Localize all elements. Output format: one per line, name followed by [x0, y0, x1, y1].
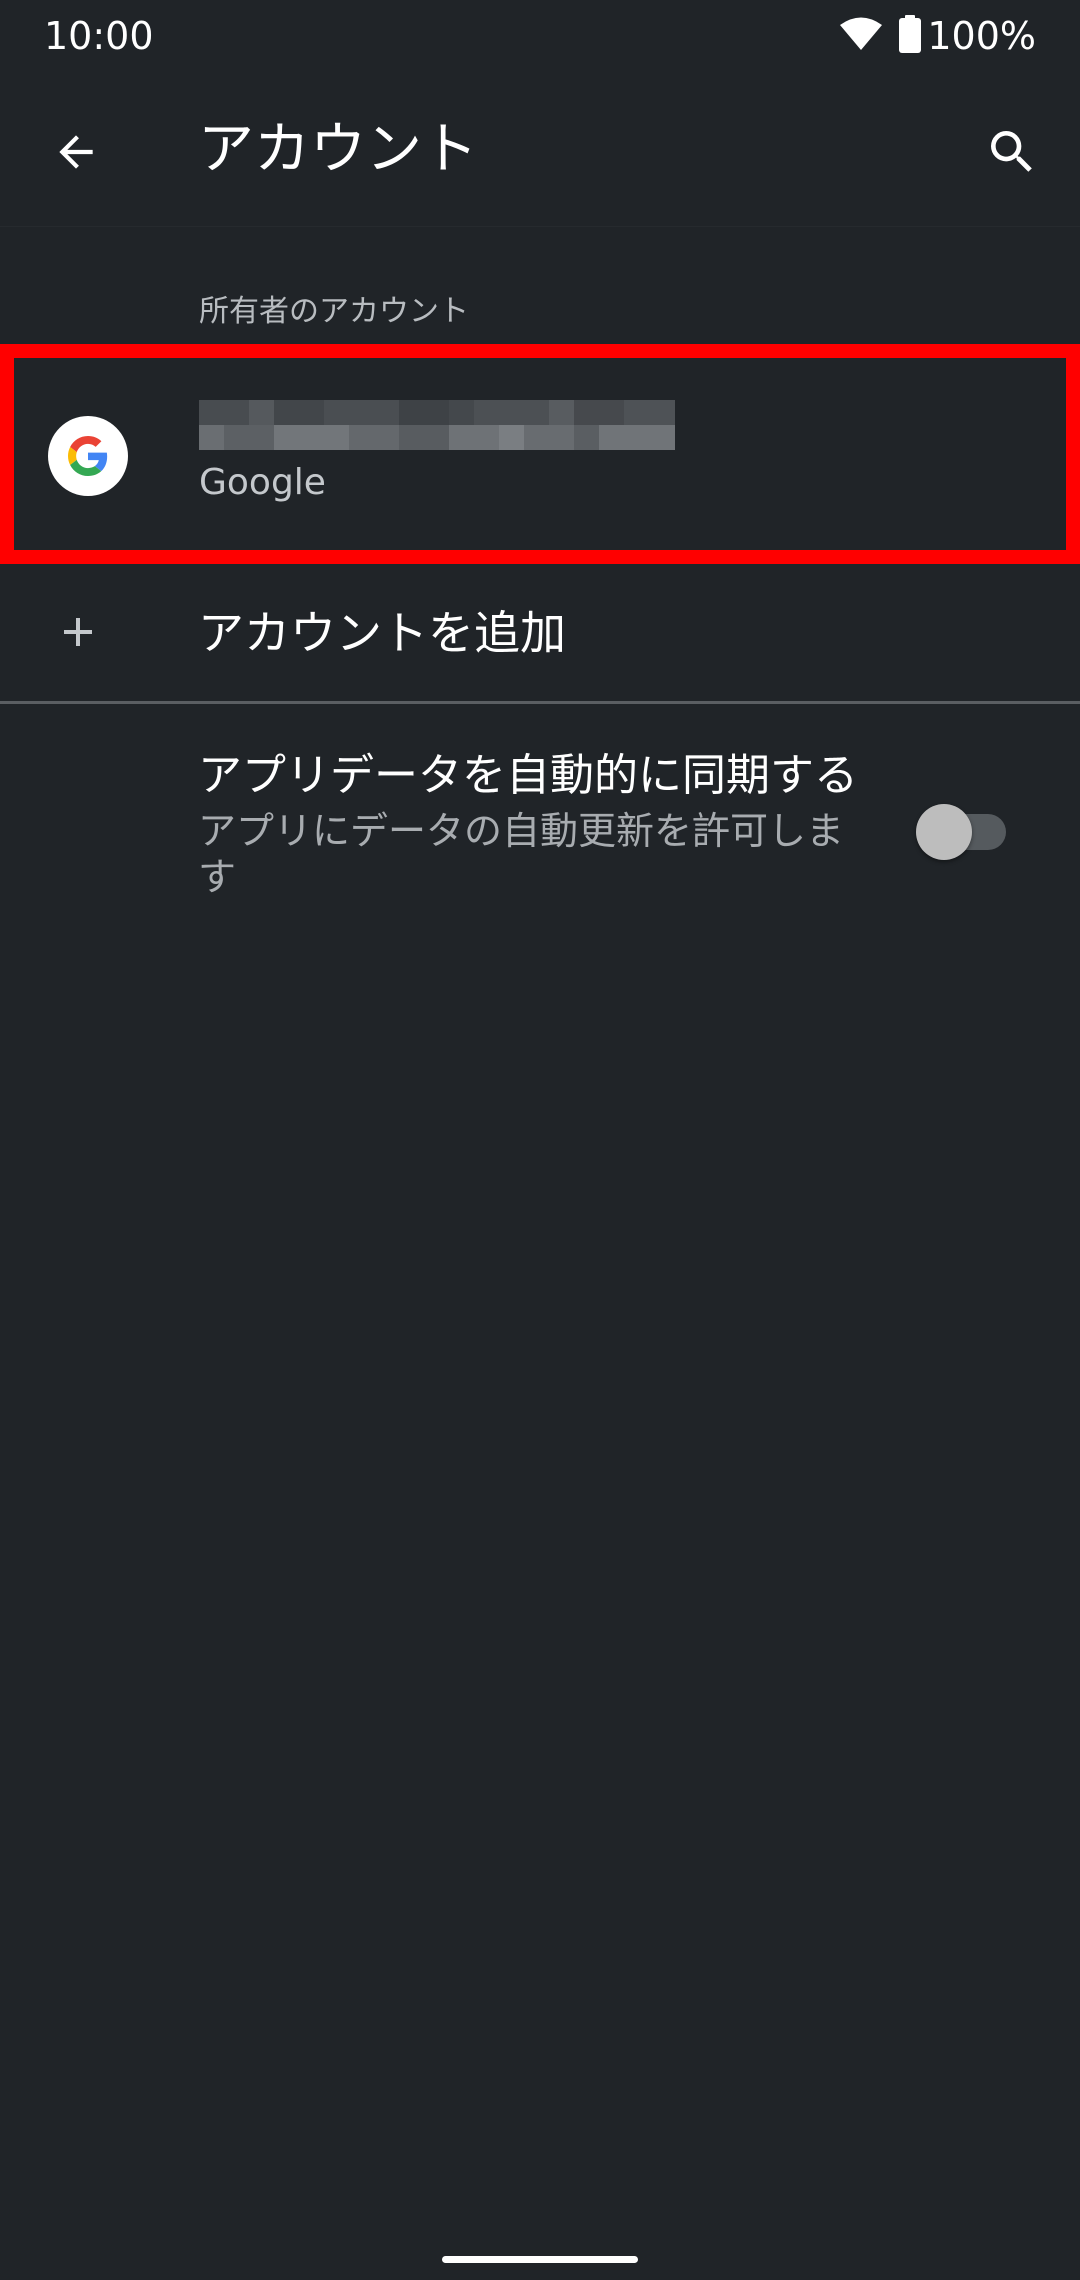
section-header-owner-accounts: 所有者のアカウント: [199, 294, 469, 329]
google-logo-icon: [48, 416, 128, 496]
plus-icon: [40, 594, 116, 670]
wifi-icon: [839, 16, 883, 56]
status-bar: 10:00 100%: [0, 0, 1080, 72]
auto-sync-summary: アプリにデータの自動更新を許可します: [198, 809, 845, 899]
navigation-gesture-bar[interactable]: [442, 2256, 638, 2263]
google-account-row[interactable]: Google: [0, 344, 1080, 564]
status-time: 10:00: [44, 14, 154, 58]
add-account-button[interactable]: アカウントを追加: [0, 564, 1080, 701]
auto-sync-toggle[interactable]: [916, 802, 1006, 860]
auto-sync-title: アプリデータを自動的に同期する: [198, 750, 858, 801]
add-account-label: アカウントを追加: [198, 606, 566, 660]
battery-icon: [899, 15, 922, 57]
back-button[interactable]: [36, 112, 116, 192]
account-type: Google: [199, 462, 326, 503]
battery-percentage: 100%: [927, 14, 1036, 58]
page-title: アカウント: [198, 117, 478, 182]
app-bar: アカウント: [0, 72, 1080, 227]
status-icons: 100%: [839, 12, 1036, 60]
auto-sync-setting[interactable]: アプリデータを自動的に同期する アプリにデータの自動更新を許可します: [0, 704, 1080, 924]
back-arrow-icon: [59, 135, 93, 169]
toggle-thumb: [916, 804, 972, 860]
search-icon: [991, 131, 1032, 172]
redacted-email-mosaic: [199, 400, 675, 450]
search-button[interactable]: [972, 112, 1052, 192]
